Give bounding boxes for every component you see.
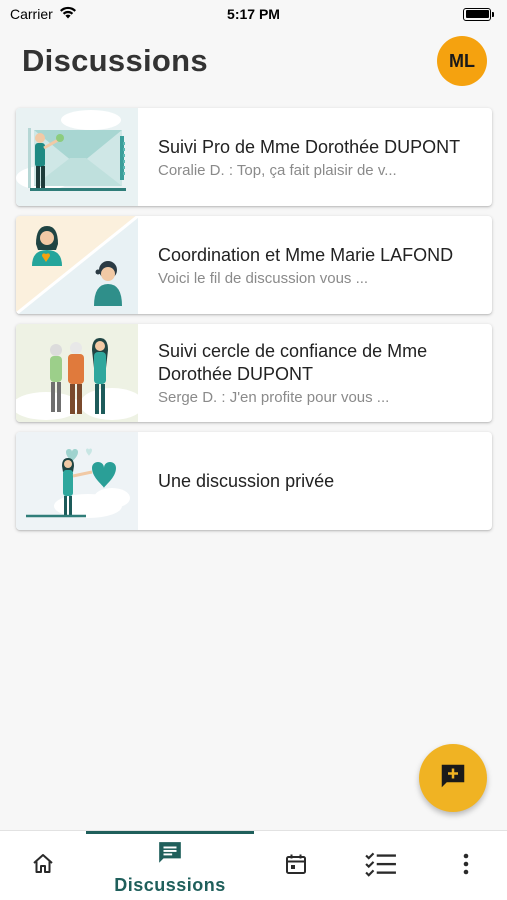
new-discussion-button[interactable] (419, 744, 487, 812)
nav-discussions[interactable]: Discussions (86, 831, 254, 900)
discussion-preview: Voici le fil de discussion vous ... (158, 269, 369, 287)
nav-calendar[interactable] (254, 831, 338, 900)
page-title: Discussions (22, 43, 208, 78)
discussion-preview: Coralie D. : Top, ça fait plaisir de v..… (158, 161, 397, 179)
header: Discussions ML (22, 36, 487, 86)
home-icon (31, 852, 55, 881)
discussion-card-body: Coordination et Mme Marie LAFOND Voici l… (138, 216, 492, 314)
discussion-card[interactable]: Suivi Pro de Mme Dorothée DUPONT Coralie… (16, 108, 492, 206)
bottom-nav: Discussions (0, 830, 507, 900)
discussion-title: Coordination et Mme Marie LAFOND (158, 244, 454, 265)
status-bar: Carrier 5:17 PM (0, 0, 507, 28)
chat-icon (156, 840, 184, 871)
nav-tasks[interactable] (338, 831, 424, 900)
carrier-label: Carrier (10, 6, 53, 22)
nav-more[interactable] (424, 831, 507, 900)
discussion-card-body: Une discussion privée (138, 432, 492, 530)
status-left: Carrier (10, 6, 77, 22)
discussion-card[interactable]: Suivi cercle de confiance de Mme Dorothé… (16, 324, 492, 422)
add-chat-icon (438, 761, 468, 796)
avatar[interactable]: ML (437, 36, 487, 86)
discussion-card[interactable]: Une discussion privée (16, 432, 492, 530)
discussion-title: Une discussion privée (158, 470, 335, 491)
battery-level (465, 10, 489, 18)
discussion-list: Suivi Pro de Mme Dorothée DUPONT Coralie… (16, 108, 492, 540)
nav-discussions-label: Discussions (114, 874, 226, 895)
discussion-title: Suivi cercle de confiance de Mme Dorothé… (158, 341, 428, 384)
family-circle-illustration (16, 324, 138, 422)
professional-illustration (16, 108, 138, 206)
private-heart-illustration (16, 432, 138, 530)
discussion-card-body: Suivi cercle de confiance de Mme Dorothé… (138, 324, 492, 422)
wifi-icon (59, 6, 77, 22)
battery-icon (463, 7, 494, 21)
nav-home[interactable] (0, 831, 86, 900)
calendar-icon (284, 851, 308, 882)
discussion-card-body: Suivi Pro de Mme Dorothée DUPONT Coralie… (138, 108, 492, 206)
discussion-title: Suivi Pro de Mme Dorothée DUPONT (158, 136, 461, 157)
coordination-illustration (16, 216, 138, 314)
discussion-preview: Serge D. : J'en profite pour vous ... (158, 389, 390, 406)
discussion-card[interactable]: Coordination et Mme Marie LAFOND Voici l… (16, 216, 492, 314)
more-vertical-icon (462, 852, 470, 881)
checklist-icon (365, 851, 397, 882)
